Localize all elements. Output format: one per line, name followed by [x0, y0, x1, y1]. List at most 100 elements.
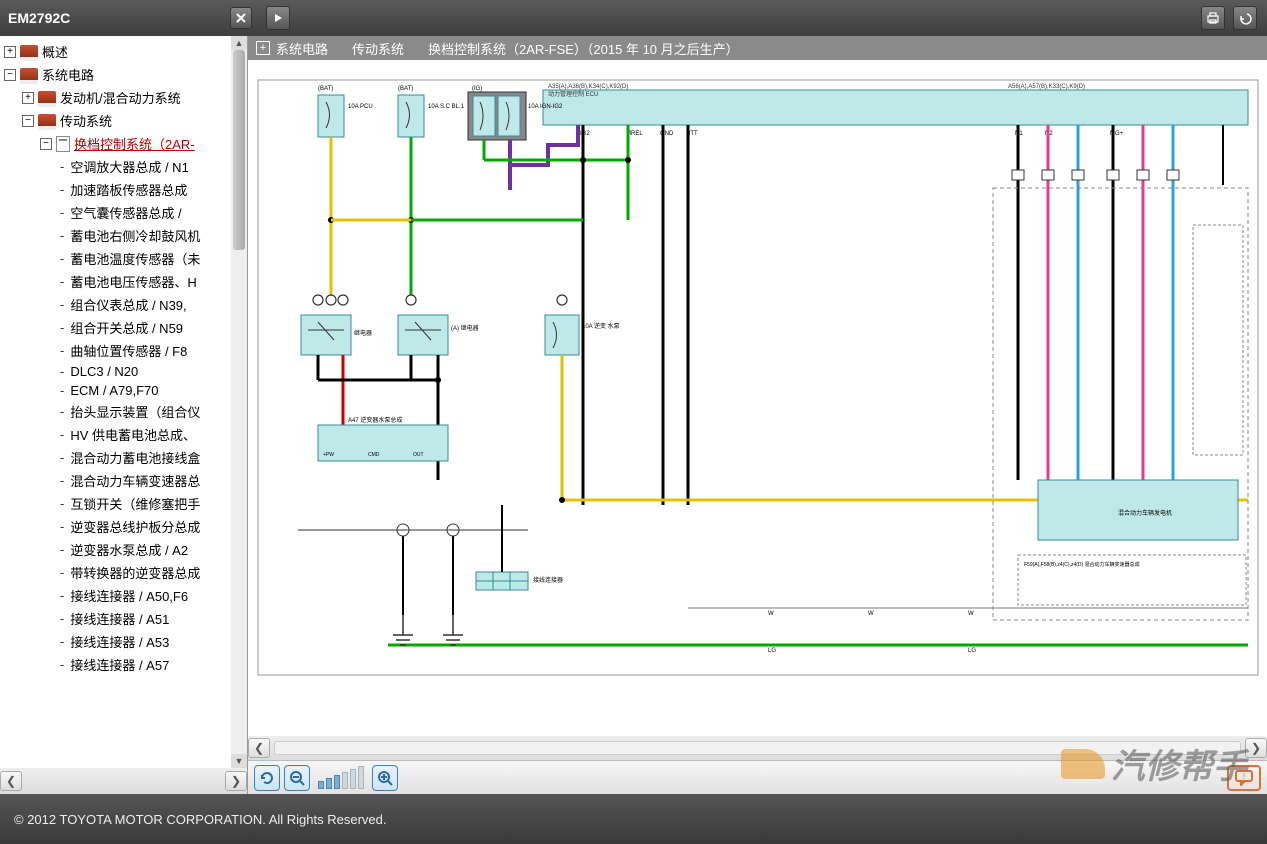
tree-leaf-label: 蓄电池右侧冷却鼓风机 — [70, 226, 200, 245]
svg-text:F59(A),F58(B),z4(C),z4(D) 混合动力: F59(A),F58(B),z4(C),z4(D) 混合动力车辆变速器总成 — [1024, 561, 1140, 568]
footer: © 2012 TOYOTA MOTOR CORPORATION. All Rig… — [0, 794, 1267, 844]
print-button[interactable] — [1201, 6, 1225, 30]
tree-leaf-item[interactable]: -空气囊传感器总成 / — [4, 201, 247, 224]
dash-icon: - — [60, 565, 64, 580]
tree-leaf-item[interactable]: -蓄电池右侧冷却鼓风机 — [4, 224, 247, 247]
back-button[interactable] — [1233, 6, 1257, 30]
dash-icon: - — [60, 182, 64, 197]
dash-icon: - — [60, 343, 64, 358]
svg-text:继电器: 继电器 — [354, 329, 372, 337]
tree-leaf-item[interactable]: -蓄电池温度传感器（未 — [4, 247, 247, 270]
expand-icon[interactable]: + — [22, 92, 34, 104]
tree-leaf-label: 逆变器总线护板分总成 — [70, 517, 200, 536]
svg-text:W: W — [768, 611, 774, 617]
scroll-down-arrow[interactable]: ▼ — [231, 754, 247, 768]
tree-leaf-item[interactable]: -接线连接器 / A57 — [4, 653, 247, 676]
sidebar-horizontal-scrollbar[interactable]: ❮ ❯ — [0, 768, 247, 794]
sidebar-vertical-scrollbar[interactable]: ▲ ▼ — [231, 36, 247, 768]
wiring-diagram[interactable]: A35(A),A36(B),K34(C),K92(D) 动力管理控制 ECU A… — [248, 60, 1267, 736]
tree-leaf-label: 空气囊传感器总成 / — [70, 203, 181, 222]
svg-text:OUT: OUT — [413, 452, 424, 458]
tree-leaf-item[interactable]: -曲轴位置传感器 / F8 — [4, 339, 247, 362]
tree-leaf-item[interactable]: -组合仪表总成 / N39, — [4, 293, 247, 316]
refresh-button[interactable] — [254, 765, 280, 791]
tree-label: 发动机/混合动力系统 — [60, 88, 181, 107]
play-button[interactable] — [266, 6, 290, 30]
svg-text:10A 逆变 水泵: 10A 逆变 水泵 — [582, 322, 620, 330]
scroll-right-arrow[interactable]: ❯ — [225, 771, 247, 791]
tree-leaf-item[interactable]: -组合开关总成 / N59 — [4, 316, 247, 339]
close-button[interactable] — [230, 7, 252, 29]
expand-all-icon[interactable]: + — [256, 41, 270, 55]
content-horizontal-scrollbar[interactable]: ❮ ❯ — [248, 736, 1267, 760]
svg-text:!: ! — [1243, 772, 1245, 781]
expand-icon[interactable]: + — [4, 46, 16, 58]
tree-leaf-item[interactable]: -互锁开关（维修塞把手 — [4, 492, 247, 515]
collapse-icon[interactable]: − — [4, 69, 16, 81]
scroll-left-arrow[interactable]: ❮ — [248, 738, 270, 758]
tree-drive-system[interactable]: − 传动系统 — [4, 109, 247, 132]
tree-leaf-item[interactable]: -混合动力蓄电池接线盒 — [4, 446, 247, 469]
scroll-thumb[interactable] — [233, 50, 245, 250]
tree-leaf-label: 混合动力蓄电池接线盒 — [70, 448, 200, 467]
tree-leaf-item[interactable]: -逆变器水泵总成 / A2 — [4, 538, 247, 561]
zoom-in-button[interactable] — [372, 765, 398, 791]
collapse-icon[interactable]: − — [40, 138, 52, 150]
breadcrumb-part: 换档控制系统（2AR-FSE）（2015 年 10 月之后生产） — [428, 39, 739, 58]
tree-leaf-label: 加速踏板传感器总成 — [70, 180, 187, 199]
svg-text:10A S.C BL.1: 10A S.C BL.1 — [428, 104, 465, 110]
dash-icon: - — [60, 427, 64, 442]
dash-icon: - — [60, 383, 64, 398]
svg-text:CMD: CMD — [368, 452, 380, 458]
tree-leaf-label: HV 供电蓄电池总成、 — [70, 425, 196, 444]
dash-icon: - — [60, 364, 64, 379]
zoom-out-button[interactable] — [284, 765, 310, 791]
scroll-right-arrow[interactable]: ❯ — [1245, 738, 1267, 758]
tree-leaf-item[interactable]: -混合动力车辆变速器总 — [4, 469, 247, 492]
navigation-tree: + 概述 − 系统电路 + 发动机/混合动力系统 − 传动系统 − — [0, 36, 248, 794]
tree-leaf-item[interactable]: -加速踏板传感器总成 — [4, 178, 247, 201]
tree-leaf-label: 接线连接器 / A53 — [70, 632, 169, 651]
tree-leaf-label: 抬头显示装置（组合仪 — [70, 402, 200, 421]
dash-icon: - — [60, 297, 64, 312]
tree-leaf-item[interactable]: -蓄电池电压传感器、H — [4, 270, 247, 293]
dash-icon: - — [60, 274, 64, 289]
feedback-button[interactable]: ! — [1227, 765, 1261, 791]
tree-engine-hybrid[interactable]: + 发动机/混合动力系统 — [4, 86, 247, 109]
scroll-track[interactable] — [274, 741, 1241, 755]
svg-text:10A PCU: 10A PCU — [348, 104, 373, 110]
svg-text:A56(A),A57(B),K33(C),K9(D): A56(A),A57(B),K33(C),K9(D) — [1008, 84, 1085, 90]
collapse-icon[interactable]: − — [22, 115, 34, 127]
tree-leaf-item[interactable]: -DLC3 / N20 — [4, 362, 247, 381]
dash-icon: - — [60, 159, 64, 174]
zoom-toolbar: ! — [248, 760, 1267, 794]
tree-leaf-item[interactable]: -HV 供电蓄电池总成、 — [4, 423, 247, 446]
tree-leaf-item[interactable]: -抬头显示装置（组合仪 — [4, 400, 247, 423]
scroll-up-arrow[interactable]: ▲ — [231, 36, 247, 50]
breadcrumb: + 系统电路 传动系统 换档控制系统（2AR-FSE）（2015 年 10 月之… — [248, 36, 1267, 60]
svg-text:动力管理控制 ECU: 动力管理控制 ECU — [548, 90, 598, 98]
tree-selected-item[interactable]: − 换档控制系统（2AR- — [4, 132, 247, 155]
tree-leaf-label: 蓄电池温度传感器（未 — [70, 249, 200, 268]
scroll-left-arrow[interactable]: ❮ — [0, 771, 22, 791]
svg-text:W: W — [868, 611, 874, 617]
svg-text:A35(A),A36(B),K34(C),K92(D): A35(A),A36(B),K34(C),K92(D) — [548, 84, 628, 90]
tree-leaf-item[interactable]: -接线连接器 / A51 — [4, 607, 247, 630]
dash-icon: - — [60, 228, 64, 243]
tree-leaf-item[interactable]: -空调放大器总成 / N1 — [4, 155, 247, 178]
tree-leaf-label: 空调放大器总成 / N1 — [70, 157, 188, 176]
tree-leaf-item[interactable]: -接线连接器 / A53 — [4, 630, 247, 653]
tree-overview[interactable]: + 概述 — [4, 40, 247, 63]
tree-leaf-item[interactable]: -逆变器总线护板分总成 — [4, 515, 247, 538]
tree-leaf-item[interactable]: -ECM / A79,F70 — [4, 381, 247, 400]
tree-leaf-label: 接线连接器 / A57 — [70, 655, 169, 674]
tree-leaf-item[interactable]: -带转换器的逆变器总成 — [4, 561, 247, 584]
zoom-level-indicator[interactable] — [318, 766, 364, 789]
tree-leaf-label: 组合仪表总成 / N39, — [70, 295, 186, 314]
tree-system-circuit[interactable]: − 系统电路 — [4, 63, 247, 86]
tree-label-selected: 换档控制系统（2AR- — [74, 134, 195, 153]
svg-text:10A IGN-IG2: 10A IGN-IG2 — [528, 104, 563, 110]
tree-leaf-label: 逆变器水泵总成 / A2 — [70, 540, 188, 559]
svg-text:LG: LG — [768, 648, 776, 654]
tree-leaf-item[interactable]: -接线连接器 / A50,F6 — [4, 584, 247, 607]
